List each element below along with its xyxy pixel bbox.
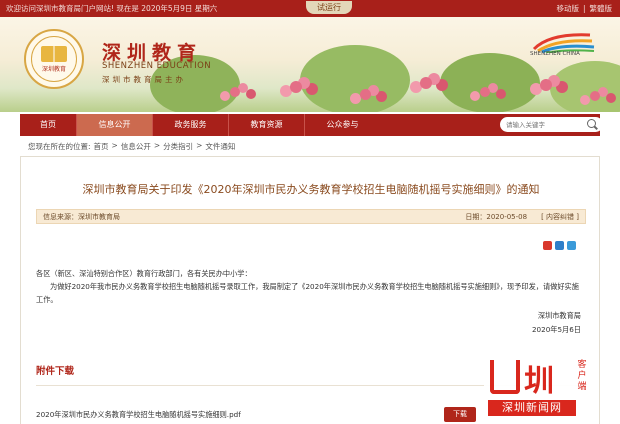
site-name-en: SHENZHEN EDUCATION — [102, 61, 212, 71]
share-qq-icon[interactable] — [555, 241, 564, 250]
article-signature-block: 深圳市教育局 2020年5月6日 — [532, 309, 581, 337]
mobile-version-link[interactable]: 移动版 — [556, 0, 579, 17]
breadcrumb: 您现在所在的位置: 首页 > 信息公开 > 分类指引 > 文件通知 — [28, 141, 235, 152]
attachment-file-link[interactable]: 2020年深圳市民办义务教育学校招生电脑随机摇号实施细则.pdf — [36, 410, 241, 420]
welcome-text: 欢迎访问深圳市教育局门户网站! 现在是 2020年5月9日 星期六 — [6, 4, 218, 13]
banner-tree — [550, 61, 620, 112]
shenzhen-city-logo: SHENZHEN CHINA — [530, 31, 596, 63]
banner-flowers — [420, 77, 432, 89]
banner-flowers — [360, 89, 371, 100]
breadcrumb-separator: > — [196, 141, 203, 150]
article-date: 日期：2020-05-08 — [465, 212, 528, 221]
breadcrumb-item-info-public[interactable]: 信息公开 — [121, 141, 151, 152]
logo-label: 深圳教育 — [41, 65, 66, 73]
banner-flowers — [480, 87, 490, 97]
breadcrumb-separator: > — [153, 141, 161, 150]
banner-tree — [300, 45, 410, 112]
breadcrumb-separator: > — [111, 141, 118, 150]
signature-org: 深圳市教育局 — [537, 311, 581, 320]
download-button[interactable]: 下载 — [444, 407, 476, 422]
version-links: 移动版 | 繁體版 — [556, 0, 612, 17]
logo-vertical-text: 客户端 — [577, 360, 587, 392]
logo-char: 圳 — [524, 364, 554, 399]
nav-item-edu-resources[interactable]: 教育资源 — [229, 114, 304, 136]
search-box — [500, 117, 603, 132]
breadcrumb-item-notices[interactable]: 文件通知 — [205, 141, 235, 152]
city-swoosh-icon — [532, 33, 595, 54]
banner-flowers — [540, 79, 552, 91]
nav-item-public-participation[interactable]: 公众参与 — [305, 114, 380, 136]
sznews-client-logo: 圳 客户端 深圳新闻网 — [484, 356, 598, 422]
top-bar: 欢迎访问深圳市教育局门户网站! 现在是 2020年5月9日 星期六 试运行 移动… — [0, 0, 620, 17]
city-logo-text: SHENZHEN CHINA — [530, 51, 580, 57]
nav-item-home[interactable]: 首页 — [20, 114, 76, 136]
content-feedback-link[interactable]: [ 内容纠错 ] — [541, 212, 579, 222]
article-source: 信息来源：深圳市教育局 — [43, 212, 120, 221]
signature-date: 2020年5月6日 — [531, 325, 581, 334]
breadcrumb-item-home[interactable]: 首页 — [94, 141, 109, 152]
article-meta-bar: 信息来源：深圳市教育局 日期：2020-05-08 [ 内容纠错 ] — [36, 209, 586, 224]
share-weibo-icon[interactable] — [543, 241, 552, 250]
logo-emblem: 深圳教育 — [31, 36, 77, 82]
banner-flowers — [590, 91, 600, 101]
banner-flowers — [230, 87, 240, 97]
main-nav: 首页 信息公开 政务服务 教育资源 公众参与 — [20, 114, 603, 136]
breadcrumb-prefix: 您现在所在的位置: — [28, 142, 91, 151]
breadcrumb-item-category[interactable]: 分类指引 — [163, 141, 193, 152]
header-banner: 深圳教育 深圳教育 SHENZHEN EDUCATION 深圳市教育局主办 SH… — [0, 17, 620, 112]
education-logo[interactable]: 深圳教育 — [24, 29, 84, 89]
site-subtitle: 深圳市教育局主办 — [102, 75, 186, 84]
article-paragraph: 为做好2020年我市民办义务教育学校招生电脑随机摇号录取工作，我局制定了《202… — [36, 282, 579, 304]
traditional-version-link[interactable]: 繁體版 — [590, 0, 613, 17]
trial-badge: 试运行 — [306, 1, 352, 14]
logo-bar-text: 深圳新闻网 — [488, 400, 576, 416]
book-icon — [41, 45, 67, 62]
share-toolbar — [543, 241, 576, 250]
search-icon[interactable] — [587, 119, 596, 128]
banner-tree — [440, 53, 540, 112]
link-divider: | — [582, 4, 586, 13]
article-title: 深圳市教育局关于印发《2020年深圳市民办义务教育学校招生电脑随机摇号实施细则》… — [82, 183, 540, 196]
logo-frame-icon — [490, 360, 520, 394]
nav-item-gov-services[interactable]: 政务服务 — [153, 114, 228, 136]
article-salutation: 各区（新区、深汕特别合作区）教育行政部门，各有关民办中小学： — [36, 269, 252, 278]
article-body: 各区（新区、深汕特别合作区）教育行政部门，各有关民办中小学： 为做好2020年我… — [36, 267, 586, 306]
banner-flowers — [290, 81, 302, 93]
share-more-icon[interactable] — [567, 241, 576, 250]
search-input[interactable] — [506, 120, 584, 129]
attachments-title: 附件下载 — [36, 366, 75, 377]
nav-item-info-public[interactable]: 信息公开 — [77, 114, 152, 136]
